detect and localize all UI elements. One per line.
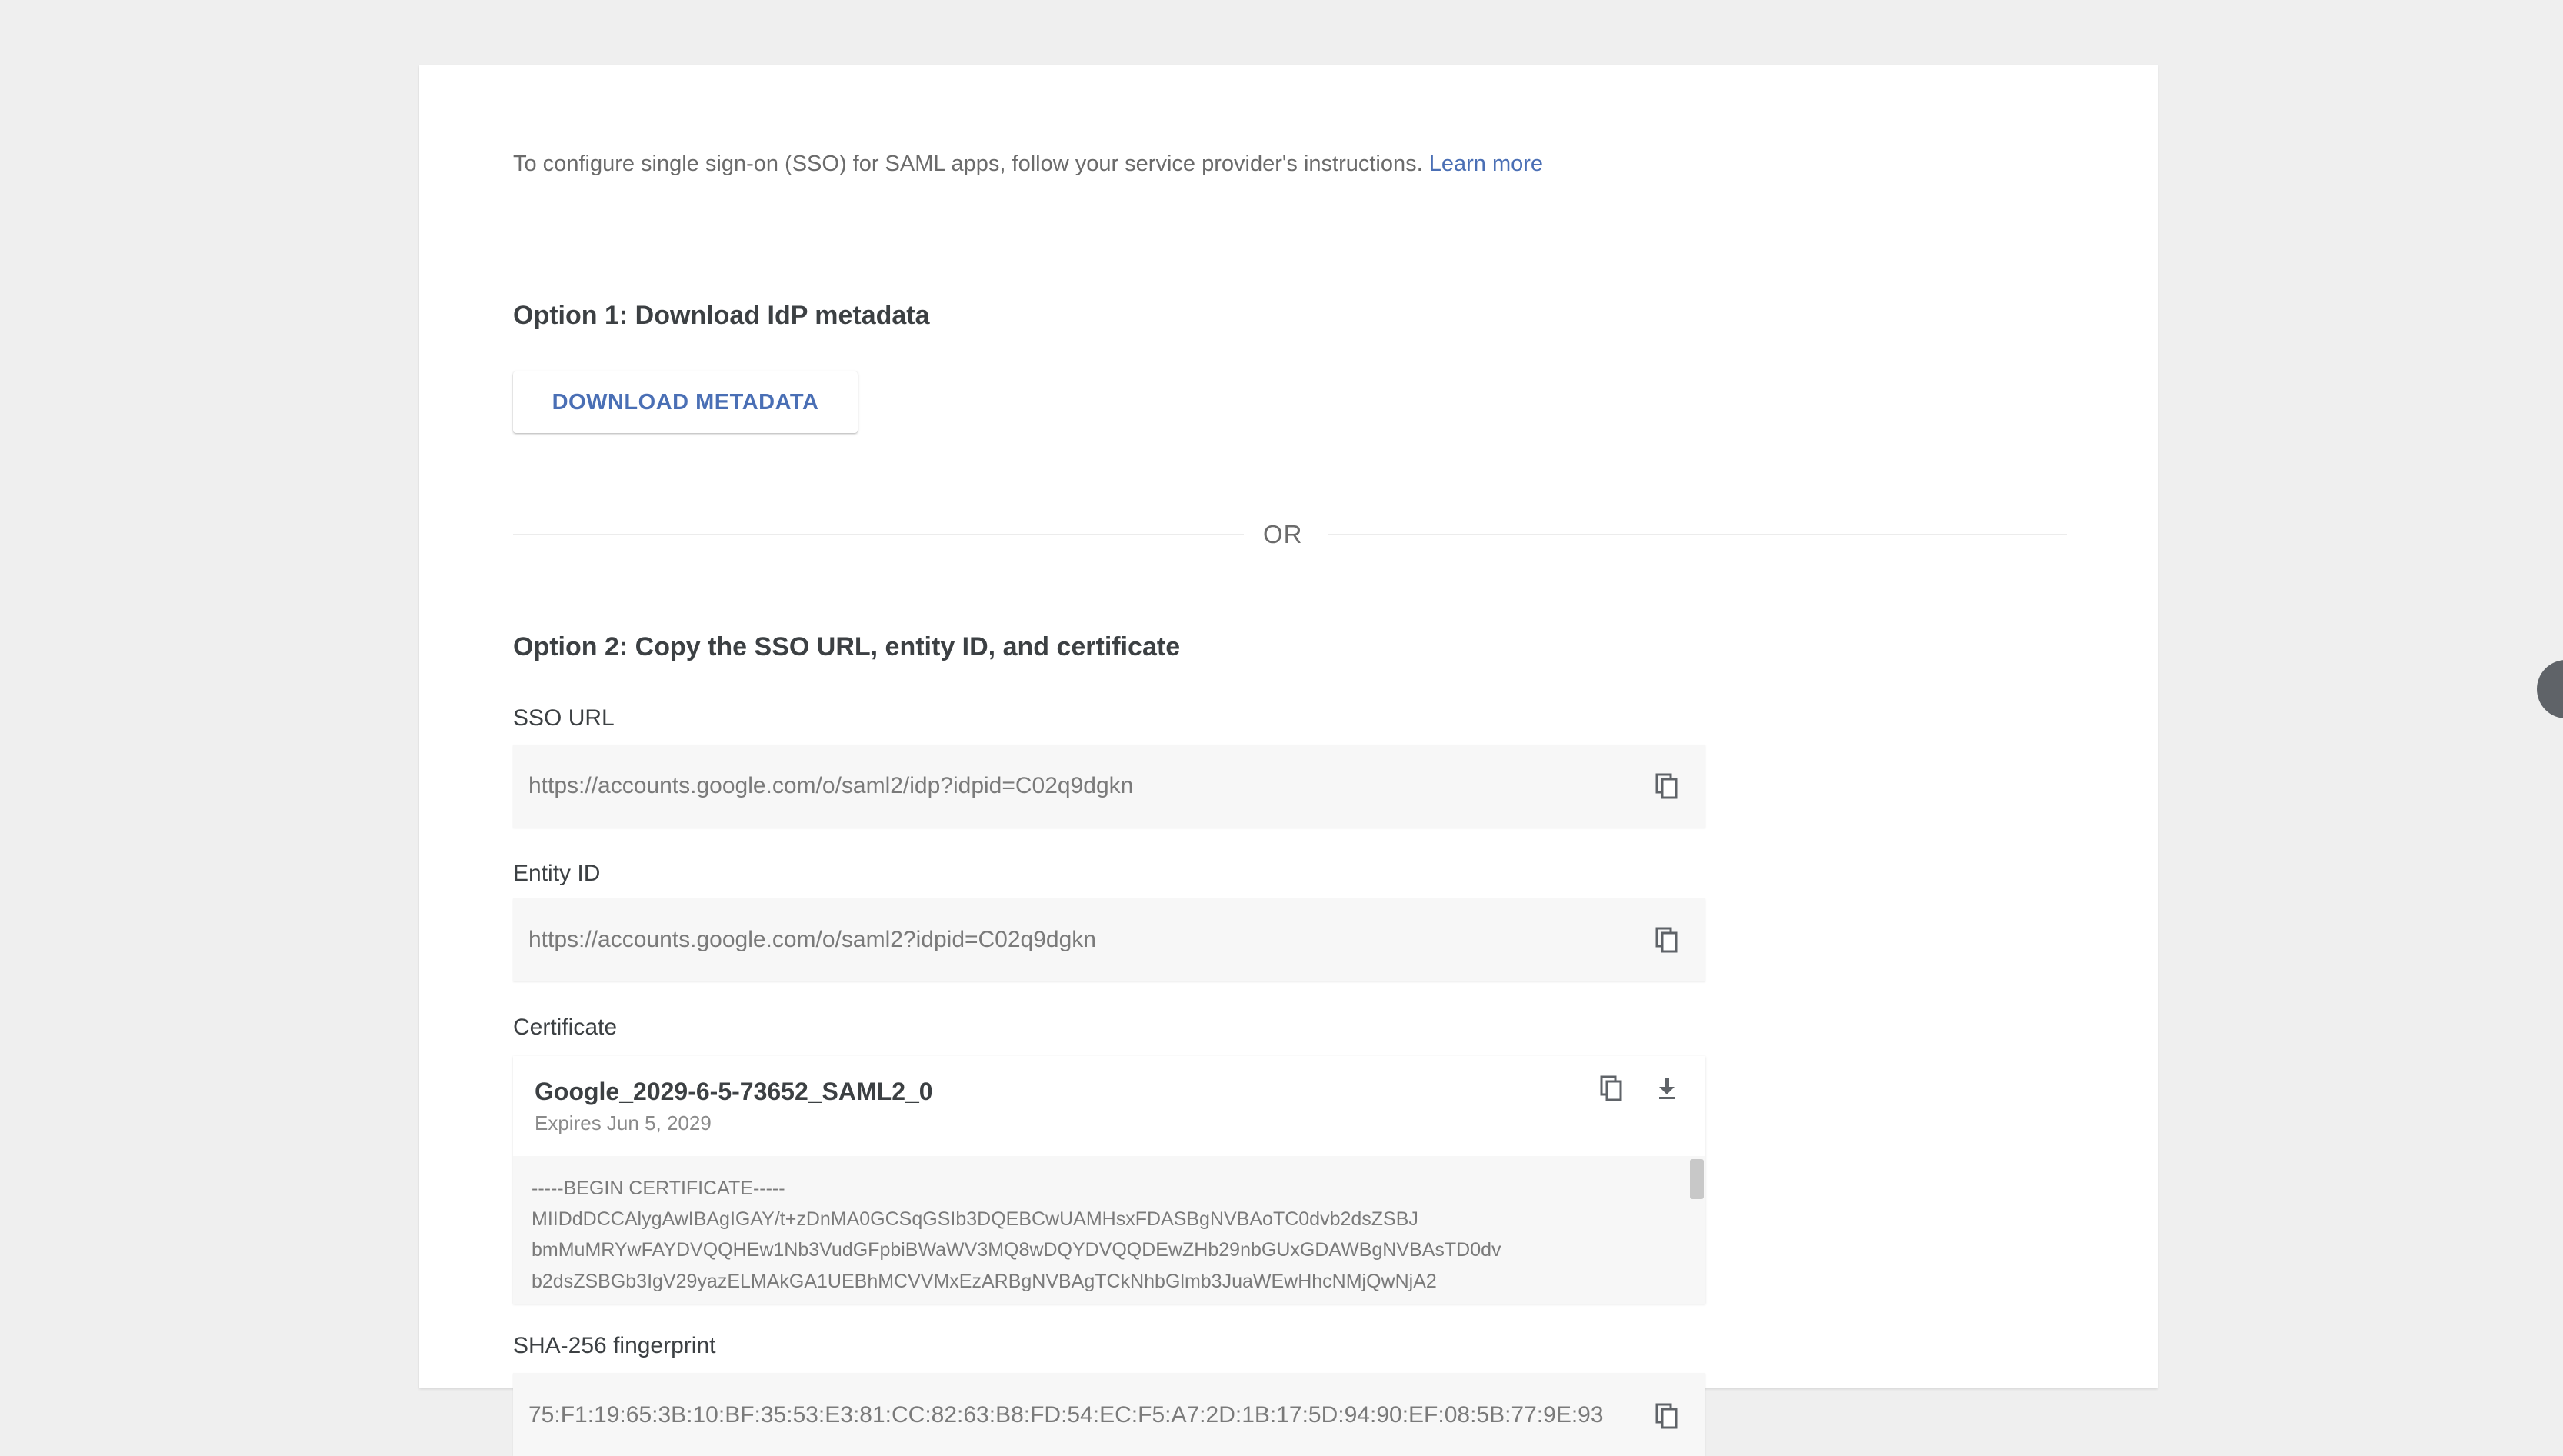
or-label: OR: [1263, 520, 1303, 548]
sso-url-label: SSO URL: [513, 705, 615, 731]
certificate-text-area[interactable]: -----BEGIN CERTIFICATE----- MIIDdDCCAlyg…: [513, 1156, 1705, 1304]
copy-sso-url-button[interactable]: [1651, 769, 1682, 803]
or-divider: OR: [513, 515, 2067, 554]
sso-url-field: https://accounts.google.com/o/saml2/idp?…: [513, 745, 1705, 828]
side-panel-toggle[interactable]: [2537, 660, 2563, 718]
copy-icon: [1655, 927, 1678, 953]
intro-description: To configure single sign-on (SSO) for SA…: [513, 152, 1423, 176]
learn-more-link[interactable]: Learn more: [1429, 152, 1543, 176]
copy-icon: [1655, 1403, 1678, 1429]
copy-certificate-button[interactable]: [1596, 1071, 1627, 1105]
certificate-expiry: Expires Jun 5, 2029: [535, 1111, 712, 1134]
certificate-line: b2dsZSBGb3IgV29yazELMAkGA1UEBhMCVVMxEzAR…: [532, 1271, 1437, 1292]
copy-icon: [1655, 773, 1678, 799]
certificate-line: bmMuMRYwFAYDVQQHEw1Nb3VudGFpbiBWaWV3MQ8w…: [532, 1239, 1501, 1261]
option1-title: Option 1: Download IdP metadata: [513, 301, 930, 330]
divider-line-right: [1328, 534, 2067, 535]
copy-fingerprint-button[interactable]: [1651, 1399, 1682, 1433]
entity-id-value[interactable]: https://accounts.google.com/o/saml2?idpi…: [528, 927, 1096, 953]
download-icon: [1659, 1078, 1675, 1099]
entity-id-label: Entity ID: [513, 861, 601, 886]
fingerprint-value[interactable]: 75:F1:19:65:3B:10:BF:35:53:E3:81:CC:82:6…: [528, 1402, 1604, 1428]
sso-config-card: To configure single sign-on (SSO) for SA…: [419, 65, 2158, 1456]
download-certificate-button[interactable]: [1651, 1071, 1682, 1105]
certificate-scrollbar[interactable]: [1690, 1159, 1704, 1199]
certificate-label: Certificate: [513, 1015, 618, 1040]
copy-entity-id-button[interactable]: [1651, 923, 1682, 957]
divider-line-left: [513, 534, 1244, 535]
copy-icon: [1600, 1075, 1622, 1101]
certificate-name: Google_2029-6-5-73652_SAML2_0: [535, 1078, 933, 1105]
sso-url-value[interactable]: https://accounts.google.com/o/saml2/idp?…: [528, 773, 1133, 799]
certificate-card: Google_2029-6-5-73652_SAML2_0 Expires Ju…: [513, 1056, 1705, 1304]
intro-text: To configure single sign-on (SSO) for SA…: [513, 152, 1543, 177]
fingerprint-field: 75:F1:19:65:3B:10:BF:35:53:E3:81:CC:82:6…: [513, 1373, 1705, 1456]
entity-id-field: https://accounts.google.com/o/saml2?idpi…: [513, 898, 1705, 981]
certificate-line: -----BEGIN CERTIFICATE-----: [532, 1178, 785, 1199]
download-metadata-button[interactable]: DOWNLOAD METADATA: [513, 371, 858, 433]
option2-title: Option 2: Copy the SSO URL, entity ID, a…: [513, 632, 1181, 661]
fingerprint-label: SHA-256 fingerprint: [513, 1333, 716, 1358]
certificate-line: MIIDdDCCAlygAwIBAgIGAY/t+zDnMA0GCSqGSIb3…: [532, 1208, 1418, 1230]
